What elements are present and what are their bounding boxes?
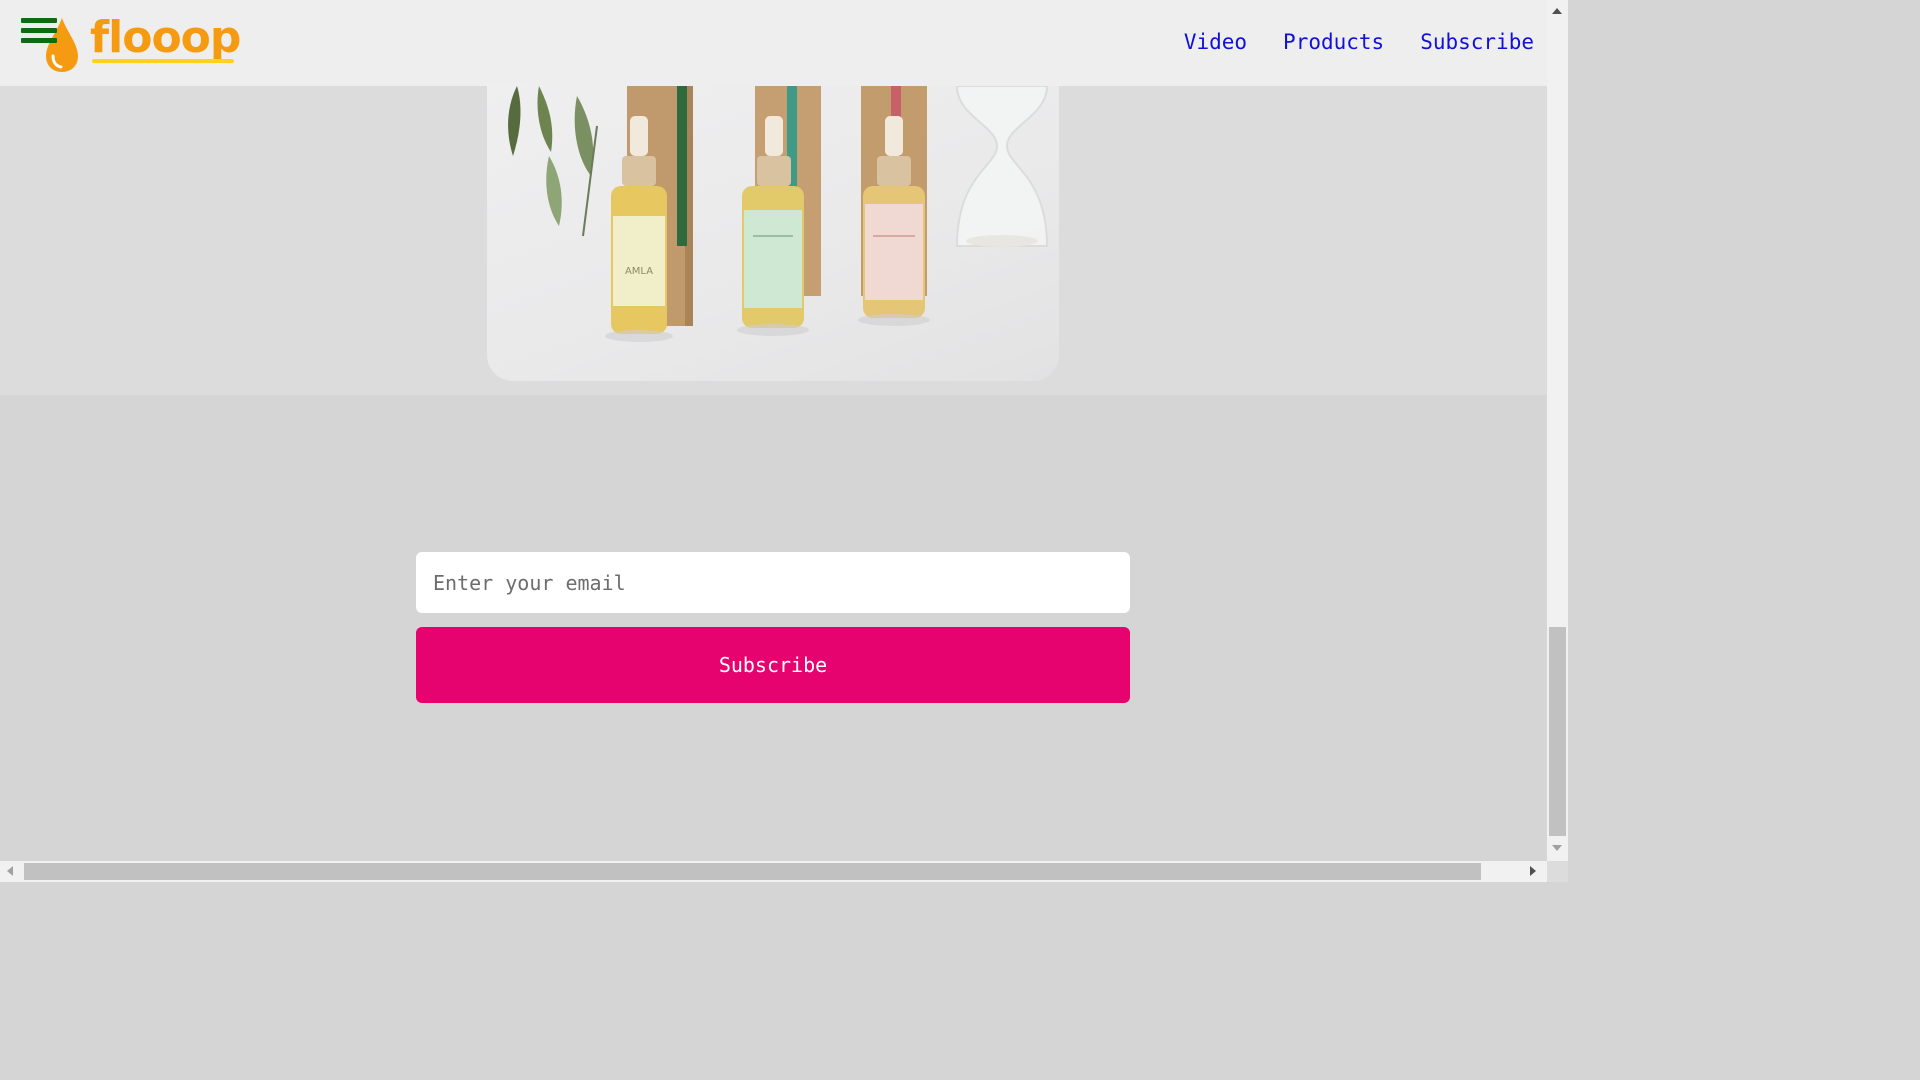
- vertical-scroll-thumb[interactable]: [1549, 627, 1566, 836]
- scroll-right-arrow-icon[interactable]: [1530, 866, 1536, 876]
- hamburger-menu-icon[interactable]: [21, 18, 57, 48]
- logo-text: flooop: [90, 12, 241, 63]
- eucalyptus-leaves: [508, 86, 598, 237]
- nav-link-subscribe[interactable]: Subscribe: [1420, 30, 1534, 54]
- horizontal-scroll-thumb[interactable]: [24, 863, 1481, 880]
- logo-underline: [92, 59, 234, 63]
- nav-link-products[interactable]: Products: [1283, 30, 1384, 54]
- email-input[interactable]: [416, 552, 1130, 613]
- site-header: flooop Video Products Subscribe: [0, 0, 1547, 86]
- product-image-section: AMLA: [0, 86, 1547, 395]
- page-viewport: flooop Video Products Subscribe AMLA Ent…: [0, 0, 1547, 861]
- scroll-left-arrow-icon[interactable]: [7, 866, 13, 876]
- logo[interactable]: flooop: [44, 12, 244, 74]
- bottle-label-amla: AMLA: [625, 266, 653, 277]
- product-photo-illustration: AMLA: [508, 86, 1049, 342]
- main-nav: Video Products Subscribe: [1184, 30, 1534, 54]
- nav-link-video[interactable]: Video: [1184, 30, 1247, 54]
- subscribe-section: Subscribe: [0, 395, 1547, 861]
- vertical-scrollbar[interactable]: [1547, 0, 1568, 861]
- scroll-down-arrow-icon[interactable]: [1552, 845, 1562, 851]
- subscribe-button[interactable]: Subscribe: [416, 627, 1130, 703]
- scroll-up-arrow-icon[interactable]: [1552, 8, 1562, 14]
- horizontal-scrollbar[interactable]: [0, 861, 1547, 882]
- scrollbar-corner: [1547, 861, 1568, 882]
- hourglass: [955, 86, 1049, 247]
- product-photo: AMLA: [487, 86, 1059, 381]
